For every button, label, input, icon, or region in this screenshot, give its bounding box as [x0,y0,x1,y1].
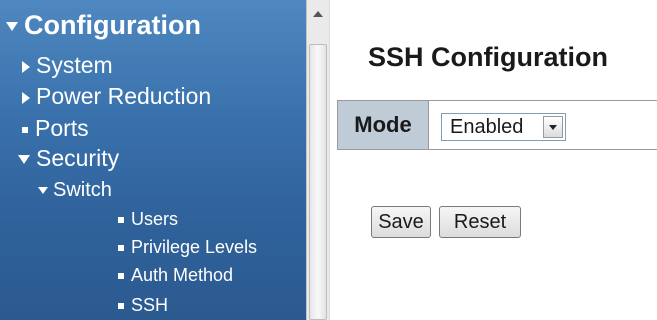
square-bullet-icon [118,303,124,310]
square-bullet-icon [22,126,28,133]
sidebar-item-label: Configuration [24,10,201,40]
scroll-up-arrow-icon[interactable] [308,4,328,24]
sidebar-item-label: SSH [131,295,169,315]
main-content: SSH Configuration Mode Enabled Save Rese… [331,0,657,320]
sidebar-item-switch[interactable]: Switch [38,179,112,202]
sidebar-item-ssh[interactable]: SSH [118,295,168,316]
save-button[interactable]: Save [371,206,431,238]
sidebar-item-label: Power Reduction [36,83,212,109]
triangle-down-icon [38,187,48,195]
sidebar-item-label: Privilege Levels [131,237,258,257]
sidebar-item-power-reduction[interactable]: Power Reduction [22,83,211,110]
triangle-down-icon [6,22,18,32]
triangle-down-icon [18,155,30,165]
sidebar-item-label: System [36,52,113,78]
square-bullet-icon [118,245,124,252]
sidebar-item-label: Users [131,209,179,229]
sidebar-item-auth-method[interactable]: Auth Method [118,265,233,286]
page-title: SSH Configuration [368,42,608,72]
mode-select[interactable]: Enabled [441,113,566,141]
sidebar-item-users[interactable]: Users [118,209,178,230]
sidebar-item-label: Security [36,145,120,171]
sidebar-item-label: Auth Method [131,265,234,285]
sidebar-item-system[interactable]: System [22,52,113,79]
sidebar-item-security[interactable]: Security [18,145,119,172]
triangle-right-icon [22,60,30,73]
square-bullet-icon [118,273,124,280]
mode-cell: Enabled [429,101,657,149]
sidebar-item-configuration[interactable]: Configuration [6,10,201,41]
ssh-config-table: Mode Enabled [337,100,657,150]
triangle-right-icon [22,91,30,104]
chevron-down-icon[interactable] [543,116,563,138]
scrollbar-thumb[interactable] [309,44,327,320]
sidebar-scrollbar[interactable] [306,0,330,320]
reset-button[interactable]: Reset [439,206,521,238]
mode-select-value: Enabled [450,116,524,138]
mode-label: Mode [338,101,429,149]
square-bullet-icon [118,217,124,224]
sidebar-item-ports[interactable]: Ports [22,115,89,142]
sidebar-nav: Configuration System Power Reduction Por… [0,0,306,320]
sidebar-item-privilege-levels[interactable]: Privilege Levels [118,237,257,258]
sidebar-item-label: Switch [53,179,112,201]
sidebar-item-label: Ports [35,115,89,141]
